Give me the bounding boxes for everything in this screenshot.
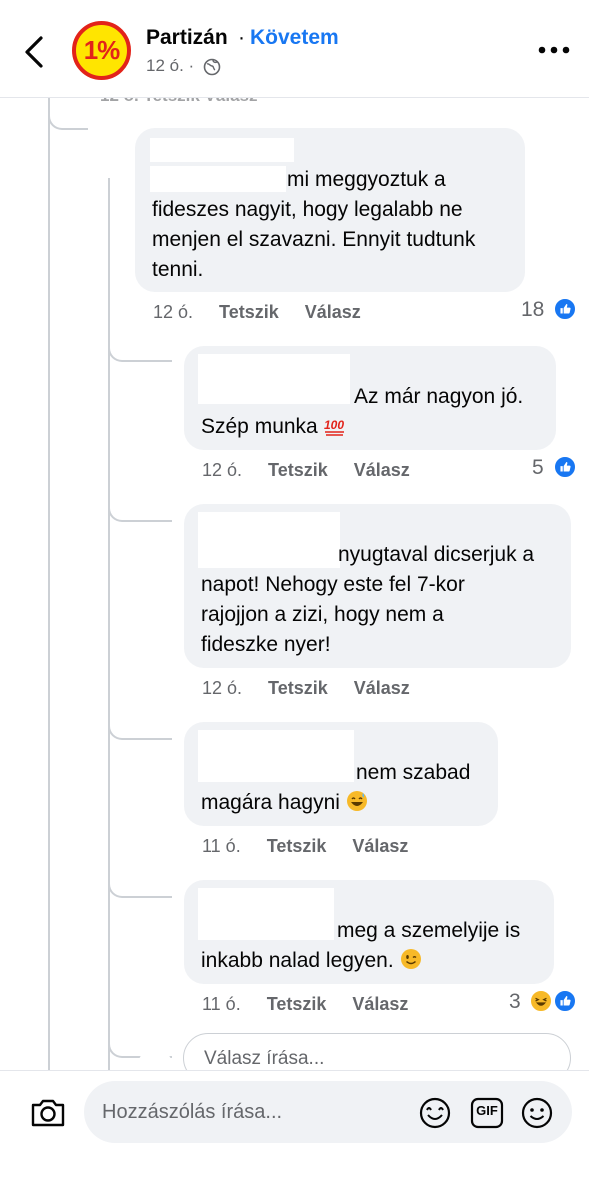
camera-icon[interactable] (28, 1095, 68, 1131)
reply-button[interactable]: Válasz (305, 302, 361, 323)
reply-placeholder: Válasz írása... (204, 1048, 325, 1069)
comment-input[interactable]: Hozzászólás írása... GIF (84, 1081, 572, 1143)
reaction-count[interactable]: 5 (532, 456, 544, 480)
reaction-count[interactable]: 18 (521, 298, 544, 322)
page-avatar[interactable]: 1% (72, 21, 131, 80)
thread-connector (108, 876, 172, 898)
redacted-author-name (198, 512, 340, 568)
comment-time: 12 ó. (153, 302, 194, 322)
haha-reaction-icon (530, 990, 552, 1012)
like-reaction-icon (554, 990, 576, 1012)
comment-placeholder: Hozzászólás írása... (102, 1101, 283, 1123)
comment-text: nyugtaval dicserjuk a (338, 543, 535, 566)
redacted-author-name (198, 354, 350, 404)
comment-text: meg a szemelyije is (337, 919, 521, 942)
reply-button[interactable]: Válasz (352, 836, 408, 857)
like-reaction-icon (554, 456, 576, 478)
logo-text: 1% (83, 35, 121, 65)
like-button[interactable]: Tetszik (267, 994, 327, 1015)
avatar-sticker-icon[interactable] (418, 1096, 452, 1130)
comment-text: mi meggyoztuk a (287, 168, 446, 191)
comment-text: fideszes nagyit, hogy legalabb ne (152, 198, 463, 221)
comment-time: 12 ó. (202, 678, 243, 698)
comment-meta: 11 ó. Tetszik Válasz (202, 994, 434, 1015)
gif-label: GIF (476, 1103, 498, 1118)
comment-text: nem szabad (356, 761, 471, 784)
comment-text: Az már nagyon jó. (354, 385, 524, 408)
comment-text: fideszke nyer! (201, 633, 331, 656)
thread-line-inner (108, 178, 110, 1070)
reply-button[interactable]: Válasz (354, 460, 410, 481)
comment-text: magára hagyni (201, 788, 368, 818)
thread-connector (108, 718, 172, 740)
reaction-count[interactable]: 3 (509, 990, 521, 1014)
comment-time: 12 ó. (202, 460, 243, 480)
more-options-icon[interactable] (537, 44, 571, 56)
post-header: 1% Partizán · Követem 12 ó. · (0, 0, 589, 98)
reply-button[interactable]: Válasz (352, 994, 408, 1015)
comment-time: 11 ó. (202, 836, 241, 856)
comment-text: napot! Nehogy este fel 7-kor (201, 573, 465, 596)
comment-text: Szép munka 100 (201, 415, 344, 438)
emoji-icon[interactable] (520, 1096, 554, 1130)
hundred-points-emoji: 100 (324, 418, 344, 436)
page-name[interactable]: Partizán (146, 26, 228, 50)
title-separator: · (238, 26, 245, 49)
thread-connector (108, 340, 172, 362)
comment-composer: Hozzászólás írása... GIF (0, 1070, 589, 1200)
redacted-author-name (198, 888, 334, 940)
sweat-smile-emoji (346, 791, 367, 811)
redacted-author-name (150, 166, 286, 192)
like-button[interactable]: Tetszik (219, 302, 279, 323)
thread-connector (48, 108, 88, 130)
comment-text: rajojjon a zizi, hogy nem a (201, 603, 444, 626)
comment-meta: 12 ó. Tetszik Válasz (202, 678, 436, 699)
comment-meta: 11 ó. Tetszik Válasz (202, 836, 434, 857)
wink-emoji (400, 949, 421, 969)
back-arrow-icon[interactable] (20, 34, 50, 70)
comment-text: tenni. (152, 258, 204, 281)
like-reaction-icon (554, 298, 576, 320)
redacted-author-name (150, 138, 294, 162)
svg-text:100: 100 (324, 418, 344, 432)
thread-connector (108, 500, 172, 522)
comment-text: inkabb nalad legyen. (201, 946, 422, 976)
post-time: 12 ó. · (146, 56, 195, 75)
comment-time: 11 ó. (202, 994, 241, 1014)
comment-text: menjen el szavazni. Ennyit tudtunk (152, 228, 476, 251)
comment-meta: 12 ó. Tetszik Válasz (153, 302, 387, 323)
follow-button[interactable]: Követem (250, 26, 339, 50)
thread-line-outer (48, 98, 50, 1070)
comment-meta: 12 ó. Tetszik Válasz (202, 460, 436, 481)
reply-button[interactable]: Válasz (354, 678, 410, 699)
globe-icon (203, 58, 221, 76)
like-button[interactable]: Tetszik (268, 460, 328, 481)
like-button[interactable]: Tetszik (268, 678, 328, 699)
redacted-author-name (198, 730, 354, 782)
like-button[interactable]: Tetszik (267, 836, 327, 857)
